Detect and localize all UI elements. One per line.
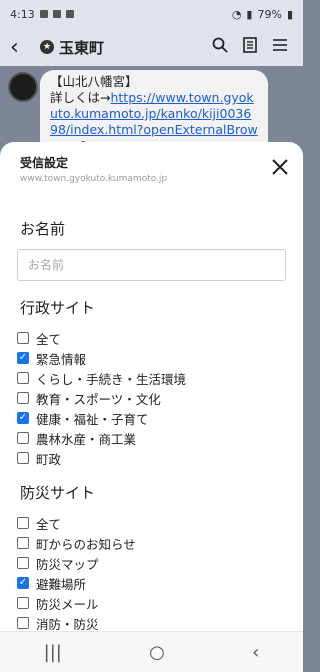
checkbox-option[interactable]: 避難場所	[17, 573, 303, 593]
notification-icon	[39, 10, 48, 18]
checkbox-label: 緊急情報	[36, 351, 87, 367]
checkbox-icon[interactable]	[17, 332, 29, 344]
checkbox-label: 避難場所	[36, 576, 87, 592]
notification-icon	[52, 10, 61, 18]
checkbox-label: 消防・防災	[36, 616, 99, 632]
chat-header: ‹ ★ 玉東町	[0, 28, 303, 66]
back-icon[interactable]: ‹	[252, 642, 259, 663]
checkbox-label: 町からのお知らせ	[36, 536, 136, 552]
checkbox-option[interactable]: 全て	[17, 328, 303, 348]
checkbox-icon[interactable]	[17, 392, 29, 404]
clock: 4:13	[10, 7, 35, 21]
gov-section-title: 行政サイト	[20, 299, 96, 317]
gov-options: 全て緊急情報くらし・手続き・生活環境教育・スポーツ・文化健康・福祉・子育て農林水…	[0, 328, 303, 468]
search-icon[interactable]	[207, 37, 233, 57]
checkbox-icon[interactable]	[17, 617, 29, 629]
checkbox-option[interactable]: 町政	[17, 448, 303, 468]
wifi-icon: ◔	[231, 7, 242, 21]
checkbox-option[interactable]: 町からのお知らせ	[17, 533, 303, 553]
message-line: 【山北八幡宮】	[50, 74, 138, 89]
checkbox-checked-icon[interactable]	[17, 412, 29, 424]
checkbox-option[interactable]: 消防・防災	[17, 613, 303, 632]
checkbox-option[interactable]: 防災マップ	[17, 553, 303, 573]
chat-area: 【山北八幡宮】 詳しくは→https://www.town.gyokuto.ku…	[0, 66, 303, 154]
checkbox-icon[interactable]	[17, 372, 29, 384]
official-account-icon: ★	[40, 40, 54, 54]
name-section-title: お名前	[20, 220, 66, 238]
checkbox-checked-icon[interactable]	[17, 577, 29, 589]
back-arrow-icon[interactable]: ‹	[10, 35, 32, 60]
checkbox-icon[interactable]	[17, 557, 29, 569]
checkbox-icon[interactable]	[17, 537, 29, 549]
menu-icon[interactable]	[267, 37, 293, 57]
checkbox-label: くらし・手続き・生活環境	[36, 371, 187, 387]
checkbox-label: 防災メール	[36, 596, 99, 612]
checkbox-label: 防災マップ	[36, 556, 99, 572]
checkbox-label: 全て	[36, 516, 62, 532]
close-icon[interactable]	[269, 156, 291, 178]
chat-title: 玉東町	[59, 38, 105, 57]
checkbox-icon[interactable]	[17, 517, 29, 529]
checkbox-label: 町政	[36, 451, 62, 467]
avatar	[8, 72, 38, 102]
battery-percent: 79%	[257, 7, 282, 21]
checkbox-icon[interactable]	[17, 432, 29, 444]
checkbox-icon[interactable]	[17, 452, 29, 464]
checkbox-option[interactable]: 農林水産・商工業	[17, 428, 303, 448]
message-line: 詳しくは→	[50, 90, 111, 105]
name-input[interactable]	[17, 249, 286, 281]
checkbox-icon[interactable]	[17, 597, 29, 609]
checkbox-option[interactable]: 健康・福祉・子育て	[17, 408, 303, 428]
notification-icon	[65, 10, 74, 18]
checkbox-option[interactable]: 防災メール	[17, 593, 303, 613]
checkbox-label: 教育・スポーツ・文化	[36, 391, 161, 407]
navigation-bar: ||| ○ ‹	[0, 631, 303, 672]
checkbox-label: 農林水産・商工業	[36, 431, 137, 447]
home-icon[interactable]: ○	[149, 642, 165, 663]
battery-icon: ▮	[286, 7, 293, 21]
disaster-options: 全て町からのお知らせ防災マップ避難場所防災メール消防・防災	[0, 513, 303, 632]
checkbox-checked-icon[interactable]	[17, 352, 29, 364]
disaster-section-title: 防災サイト	[20, 484, 96, 502]
recents-icon[interactable]: |||	[44, 642, 62, 663]
sheet-url: www.town.gyokuto.kumamoto.jp	[20, 174, 168, 184]
checkbox-option[interactable]: 緊急情報	[17, 348, 303, 368]
settings-sheet: 受信設定 www.town.gyokuto.kumamoto.jp お名前 行政…	[0, 142, 303, 632]
sheet-title: 受信設定	[20, 156, 69, 170]
checkbox-label: 健康・福祉・子育て	[36, 411, 149, 427]
signal-icon: ▮	[246, 7, 253, 21]
checkbox-option[interactable]: 全て	[17, 513, 303, 533]
checkbox-option[interactable]: くらし・手続き・生活環境	[17, 368, 303, 388]
status-bar: 4:13 ◔ ▮ 79% ▮	[0, 0, 303, 28]
checkbox-label: 全て	[36, 331, 62, 347]
checkbox-option[interactable]: 教育・スポーツ・文化	[17, 388, 303, 408]
notes-icon[interactable]	[237, 37, 263, 57]
